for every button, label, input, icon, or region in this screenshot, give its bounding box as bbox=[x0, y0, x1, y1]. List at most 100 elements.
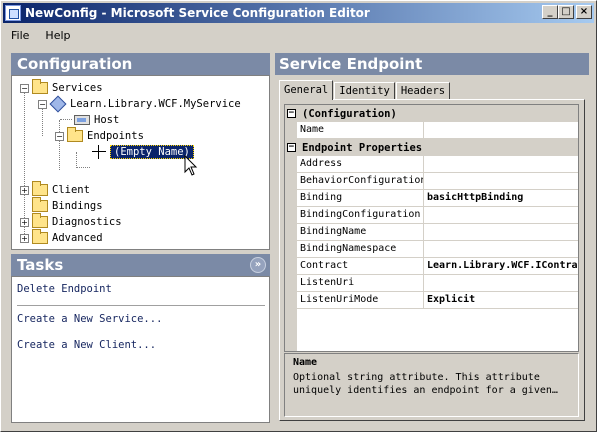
property-row[interactable]: BehaviorConfiguration bbox=[285, 173, 578, 190]
tree-label: Learn.Library.WCF.MyService bbox=[70, 98, 241, 110]
expand-icon[interactable]: + bbox=[20, 185, 29, 195]
property-name: BindingConfiguration bbox=[297, 207, 424, 224]
grid-gutter bbox=[285, 309, 297, 351]
property-name: BindingName bbox=[297, 224, 424, 241]
tree-line bbox=[76, 167, 90, 168]
property-value[interactable]: Learn.Library.WCF.IContract bbox=[424, 258, 578, 275]
configuration-tree: − Services − Learn.Library.WCF.MyService… bbox=[11, 75, 270, 250]
tree-label: Diagnostics bbox=[52, 216, 122, 228]
property-row[interactable]: ListenUri bbox=[285, 275, 578, 292]
property-name: Name bbox=[297, 122, 424, 139]
collapse-icon[interactable]: − bbox=[20, 83, 29, 93]
tree-label: Host bbox=[94, 114, 120, 126]
description-text: Optional string attribute. This attribut… bbox=[293, 372, 558, 396]
menu-file[interactable]: File bbox=[3, 29, 37, 42]
tab-general[interactable]: General bbox=[279, 80, 334, 100]
property-row[interactable]: Name bbox=[285, 122, 578, 139]
tab-headers[interactable]: Headers bbox=[395, 82, 451, 100]
maximize-button[interactable]: □ bbox=[558, 5, 574, 19]
tree-node-endpoints[interactable]: − Endpoints bbox=[55, 127, 144, 144]
property-name: BehaviorConfiguration bbox=[297, 173, 424, 190]
property-row[interactable]: BindingConfiguration bbox=[285, 207, 578, 224]
tree-node-advanced[interactable]: + Advanced bbox=[20, 229, 103, 246]
menu-help[interactable]: Help bbox=[37, 29, 78, 42]
service-endpoint-panel: Service Endpoint General Identity Header… bbox=[275, 53, 589, 423]
property-value[interactable] bbox=[424, 241, 578, 258]
folder-icon bbox=[32, 181, 48, 196]
property-value[interactable] bbox=[424, 275, 578, 292]
property-value[interactable] bbox=[424, 173, 578, 190]
property-value[interactable] bbox=[424, 156, 578, 173]
configuration-panel: Configuration − Services − Learn.Library… bbox=[11, 53, 270, 250]
task-delete-endpoint[interactable]: Delete Endpoint bbox=[17, 283, 112, 295]
property-row[interactable]: Binding basicHttpBinding bbox=[285, 190, 578, 207]
property-description: Name Optional string attribute. This att… bbox=[284, 353, 579, 417]
tab-strip: General Identity Headers bbox=[279, 80, 451, 100]
app-icon bbox=[5, 5, 21, 21]
service-icon bbox=[50, 97, 66, 111]
mouse-cursor-icon bbox=[184, 155, 198, 176]
property-value[interactable] bbox=[424, 122, 578, 139]
tasks-body: Delete Endpoint Create a New Service... … bbox=[11, 276, 270, 423]
tasks-title: Tasks bbox=[17, 256, 64, 274]
folder-icon bbox=[32, 213, 48, 228]
tasks-header: Tasks » bbox=[11, 254, 270, 276]
tree-node-host[interactable]: Host bbox=[74, 112, 119, 128]
property-row[interactable]: ListenUriMode Explicit bbox=[285, 292, 578, 309]
tree-line bbox=[60, 119, 72, 120]
category-configuration[interactable]: − (Configuration) bbox=[285, 105, 578, 122]
property-name: Contract bbox=[297, 258, 424, 275]
tree-label-selected: (Empty Name) bbox=[110, 145, 194, 159]
divider bbox=[17, 305, 265, 306]
tree-node-services[interactable]: − Services bbox=[20, 79, 103, 96]
category-label: Endpoint Properties bbox=[302, 141, 423, 154]
service-endpoint-header: Service Endpoint bbox=[275, 53, 589, 75]
folder-icon bbox=[32, 79, 48, 94]
expand-icon[interactable]: + bbox=[20, 233, 29, 243]
endpoint-icon bbox=[92, 145, 106, 159]
tree-label: Client bbox=[52, 184, 90, 196]
general-tab-page: − (Configuration) Name − Endpoint Proper… bbox=[279, 99, 585, 421]
tree-label: Services bbox=[52, 82, 103, 94]
tasks-panel: Tasks » Delete Endpoint Create a New Ser… bbox=[11, 254, 270, 423]
folder-icon bbox=[32, 197, 48, 212]
collapse-chevron-icon[interactable]: » bbox=[250, 257, 266, 273]
tree-node-client[interactable]: + Client bbox=[20, 181, 90, 198]
tree-node-diagnostics[interactable]: + Diagnostics bbox=[20, 213, 122, 230]
close-button[interactable]: × bbox=[576, 5, 592, 19]
menu-bar: File Help bbox=[3, 25, 594, 45]
minimize-button[interactable]: _ bbox=[542, 5, 558, 19]
property-name: ListenUriMode bbox=[297, 292, 424, 309]
tree-node-empty-name[interactable]: (Empty Name) bbox=[92, 144, 194, 160]
property-name: ListenUri bbox=[297, 275, 424, 292]
category-label: (Configuration) bbox=[302, 107, 397, 120]
property-row[interactable]: BindingNamespace bbox=[285, 241, 578, 258]
task-create-client[interactable]: Create a New Client... bbox=[17, 339, 156, 351]
expand-icon[interactable]: + bbox=[20, 217, 29, 227]
category-endpoint-properties[interactable]: − Endpoint Properties bbox=[285, 139, 578, 156]
tree-node-bindings[interactable]: Bindings bbox=[32, 197, 103, 214]
app-window: NewConfig - Microsoft Service Configurat… bbox=[0, 0, 597, 432]
folder-icon bbox=[32, 229, 48, 244]
property-row[interactable]: Address bbox=[285, 156, 578, 173]
title-bar[interactable]: NewConfig - Microsoft Service Configurat… bbox=[3, 3, 594, 23]
configuration-header: Configuration bbox=[11, 53, 270, 75]
collapse-icon[interactable]: − bbox=[287, 109, 296, 118]
collapse-icon[interactable]: − bbox=[38, 99, 47, 109]
task-create-service[interactable]: Create a New Service... bbox=[17, 313, 162, 325]
tree-node-service[interactable]: − Learn.Library.WCF.MyService bbox=[38, 96, 241, 112]
tree-line bbox=[76, 152, 77, 168]
tree-label: Endpoints bbox=[87, 130, 144, 142]
collapse-icon[interactable]: − bbox=[287, 143, 296, 152]
property-row[interactable]: BindingName bbox=[285, 224, 578, 241]
tab-identity[interactable]: Identity bbox=[334, 82, 395, 100]
property-row[interactable]: Contract Learn.Library.WCF.IContract bbox=[285, 258, 578, 275]
property-name: Address bbox=[297, 156, 424, 173]
property-value[interactable]: Explicit bbox=[424, 292, 578, 309]
window-title: NewConfig - Microsoft Service Configurat… bbox=[25, 6, 370, 20]
property-value[interactable] bbox=[424, 224, 578, 241]
collapse-icon[interactable]: − bbox=[55, 131, 64, 141]
property-value[interactable]: basicHttpBinding bbox=[424, 190, 578, 207]
property-grid: − (Configuration) Name − Endpoint Proper… bbox=[284, 104, 579, 352]
property-value[interactable] bbox=[424, 207, 578, 224]
